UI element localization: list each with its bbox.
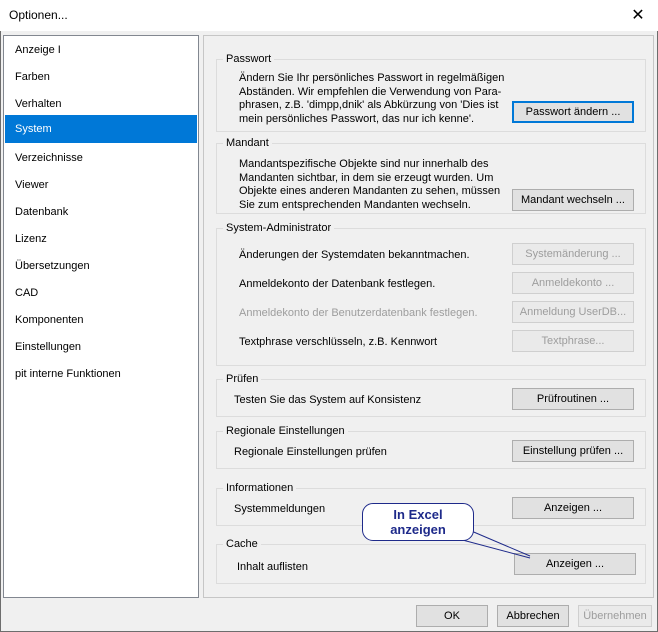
callout-line-1: In Excel xyxy=(393,507,443,522)
cache-anzeigen-button[interactable]: Anzeigen ... xyxy=(514,553,636,575)
category-list[interactable]: Anzeige I Farben Verhalten System Verzei… xyxy=(3,35,199,598)
sidebar-item-viewer[interactable]: Viewer xyxy=(5,172,197,198)
pruefroutinen-button[interactable]: Prüfroutinen ... xyxy=(512,388,634,410)
regionale-einstellungen-label: Regionale Einstellungen prüfen xyxy=(234,446,387,458)
callout-line-2: anzeigen xyxy=(390,522,446,537)
sidebar-item-uebersetzungen[interactable]: Übersetzungen xyxy=(5,253,197,279)
sidebar-item-lizenz[interactable]: Lizenz xyxy=(5,226,197,252)
passwort-title: Passwort xyxy=(223,52,275,66)
pruefen-label: Testen Sie das System auf Konsistenz xyxy=(234,394,422,406)
system-administrator-title: System-Administrator xyxy=(223,221,335,235)
mandant-wechseln-button[interactable]: Mandant wechseln ... xyxy=(512,189,634,211)
anmeldekonto-label: Anmeldekonto der Datenbank festlegen. xyxy=(239,278,436,290)
mandant-text-1: Mandantspezifische Objekte sind nur inne… xyxy=(239,158,489,170)
close-icon[interactable]: ✕ xyxy=(626,4,650,26)
systemmeldungen-label: Systemmeldungen xyxy=(234,503,326,515)
excel-callout: In Excel anzeigen xyxy=(362,503,474,541)
cancel-button[interactable]: Abbrechen xyxy=(497,605,569,627)
pruefen-group: Prüfen Testen Sie das System auf Konsist… xyxy=(216,372,646,417)
sidebar-item-komponenten[interactable]: Komponenten xyxy=(5,307,197,333)
systemdaten-label: Änderungen der Systemdaten bekanntmachen… xyxy=(239,249,470,261)
passwort-text-1: Ändern Sie Ihr persönliches Passwort in … xyxy=(239,72,505,84)
einstellung-pruefen-button[interactable]: Einstellung prüfen ... xyxy=(512,440,634,462)
anmeldung-userdb-button[interactable]: Anmeldung UserDB... xyxy=(512,301,634,323)
textphrase-label: Textphrase verschlüsseln, z.B. Kennwort xyxy=(239,336,438,348)
sidebar-item-anzeige[interactable]: Anzeige I xyxy=(5,37,197,63)
window-title: Optionen... xyxy=(9,8,68,22)
cache-group: Cache Inhalt auflisten Anzeigen ... xyxy=(216,537,646,584)
passwort-aendern-button[interactable]: Passwort ändern ... xyxy=(512,101,634,123)
textphrase-button[interactable]: Textphrase... xyxy=(512,330,634,352)
cache-title: Cache xyxy=(223,537,261,551)
informationen-title: Informationen xyxy=(223,481,297,495)
title-bar: Optionen... ✕ xyxy=(0,0,658,31)
regionale-einstellungen-group: Regionale Einstellungen Regionale Einste… xyxy=(216,424,646,469)
benutzerdatenbank-label: Anmeldekonto der Benutzerdatenbank festl… xyxy=(239,307,478,319)
sidebar-item-datenbank[interactable]: Datenbank xyxy=(5,199,197,225)
passwort-text-2: Abständen. Wir empfehlen die Verwendung … xyxy=(239,85,502,98)
sidebar-item-pit-interne-funktionen[interactable]: pit interne Funktionen xyxy=(5,361,197,387)
ok-button[interactable]: OK xyxy=(416,605,488,627)
sidebar-item-einstellungen[interactable]: Einstellungen xyxy=(5,334,197,360)
passwort-text-4: mein persönliches Passwort, das nur ich … xyxy=(239,112,475,125)
apply-button[interactable]: Übernehmen xyxy=(578,605,652,627)
sidebar-item-cad[interactable]: CAD xyxy=(5,280,197,306)
passwort-text-3: phrasen, z.B. 'dimpp,dnik' als Abkürzung… xyxy=(239,99,499,111)
system-administrator-group: System-Administrator Änderungen der Syst… xyxy=(216,221,646,366)
mandant-text-4: Sie zum entsprechenden Mandanten wechsel… xyxy=(239,198,471,211)
sidebar-item-verzeichnisse[interactable]: Verzeichnisse xyxy=(5,145,197,171)
cache-label: Inhalt auflisten xyxy=(237,561,308,573)
sidebar-item-system[interactable]: System xyxy=(5,115,197,143)
pruefen-title: Prüfen xyxy=(223,372,262,386)
mandant-group: Mandant Mandantspezifische Objekte sind … xyxy=(216,136,646,214)
systemaenderung-button[interactable]: Systemänderung ... xyxy=(512,243,634,265)
systemmeldungen-anzeigen-button[interactable]: Anzeigen ... xyxy=(512,497,634,519)
regionale-einstellungen-title: Regionale Einstellungen xyxy=(223,424,348,438)
sidebar-item-verhalten[interactable]: Verhalten xyxy=(5,91,197,117)
sidebar-item-farben[interactable]: Farben xyxy=(5,64,197,90)
mandant-text-3: Objekte eines anderen Mandanten zu sehen… xyxy=(239,185,501,197)
mandant-title: Mandant xyxy=(223,136,272,150)
mandant-text-2: Mandanten sichtbar, in dem sie erzeugt w… xyxy=(239,171,494,184)
anmeldekonto-button[interactable]: Anmeldekonto ... xyxy=(512,272,634,294)
passwort-group: Passwort Ändern Sie Ihr persönliches Pas… xyxy=(216,52,646,132)
